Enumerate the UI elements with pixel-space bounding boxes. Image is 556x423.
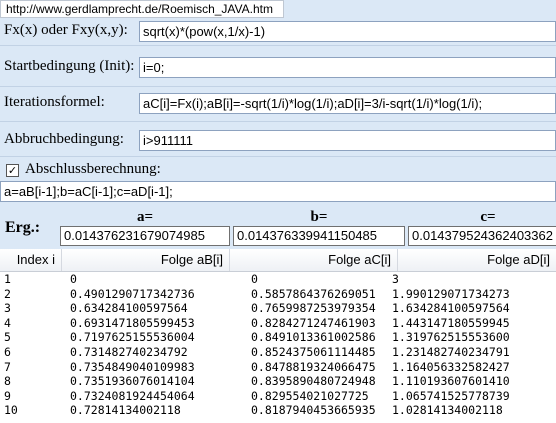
cell-ac: 0.8478819324066475 — [251, 359, 376, 374]
a-label: a= — [136, 209, 154, 225]
cell-ac: 0.8284271247461903 — [251, 315, 376, 330]
table-row: 6 0.731482740234792 0.8524375061114485 1.23… — [0, 345, 556, 360]
table-row: 1 0 0 3 — [0, 272, 556, 287]
cell-index: 8 — [4, 374, 11, 389]
cell-ad: 1.110193607601410 — [392, 374, 510, 389]
cell-index: 5 — [4, 330, 11, 345]
separator — [0, 121, 556, 122]
table-row: 4 0.6931471805599453 0.8284271247461903 1.4… — [0, 316, 556, 331]
iter-input[interactable]: aC[i]=Fx(i);aB[i]=-sqrt(1/i)*log(1/i);aD… — [139, 93, 556, 114]
separator — [0, 86, 556, 87]
c-result-field[interactable]: 0.014379524362403362 — [408, 226, 556, 246]
table-body: 1 0 0 3 2 0.4901290717342736 0.585786437626905… — [0, 272, 556, 418]
cell-ad: 1.990129071734273 — [392, 286, 510, 301]
cell-ad: 1.065741525778739 — [392, 388, 510, 403]
cell-ac: 0.829554021027725 — [251, 388, 369, 403]
cell-index: 7 — [4, 359, 11, 374]
cell-ad: 3 — [392, 272, 399, 286]
result-table: Index i Folge aB[i] Folge aC[i] Folge aD… — [0, 249, 556, 423]
fx-input[interactable]: sqrt(x)*(pow(x,1/x)-1) — [139, 21, 556, 42]
table-row: 10 0.72814134002118 0.8187940453665935 1.02… — [0, 403, 556, 418]
table-row: 2 0.4901290717342736 0.5857864376269051 1.9… — [0, 287, 556, 302]
table-row: 7 0.7354849040109983 0.8478819324066475 1.1… — [0, 360, 556, 375]
cell-ab: 0.731482740234792 — [70, 344, 188, 359]
cell-ab: 0.7354849040109983 — [70, 359, 195, 374]
table-row: 8 0.7351936076014104 0.8395890480724948 1.1… — [0, 374, 556, 389]
a-result-field[interactable]: 0.014376231679074985 — [60, 226, 230, 246]
cell-ad: 1.634284100597564 — [392, 301, 510, 316]
c-label: c= — [480, 209, 496, 225]
cell-index: 3 — [4, 301, 11, 316]
header-ab[interactable]: Folge aB[i] — [62, 249, 230, 271]
cell-ab: 0.6931471805599453 — [70, 315, 195, 330]
cell-ad: 1.443147180559945 — [392, 315, 510, 330]
header-ad[interactable]: Folge aD[i] — [398, 249, 556, 271]
cell-index: 10 — [4, 403, 18, 418]
cell-ac: 0.8395890480724948 — [251, 374, 376, 389]
cell-ac: 0.8187940453665935 — [251, 403, 376, 418]
abschluss-input[interactable]: a=aB[i-1];b=aC[i-1];c=aD[i-1]; — [0, 181, 556, 202]
cell-ab: 0.4901290717342736 — [70, 286, 195, 301]
cell-ad: 1.319762515553600 — [392, 330, 510, 345]
erg-label: Erg.: — [5, 219, 41, 236]
cell-ab: 0.7197625155536004 — [70, 330, 195, 345]
url-bar: http://www.gerdlamprecht.de/Roemisch_JAV… — [0, 0, 284, 18]
header-index[interactable]: Index i — [0, 249, 62, 271]
table-row: 3 0.634284100597564 0.7659987253979354 1.63… — [0, 301, 556, 316]
cell-ab: 0.634284100597564 — [70, 301, 188, 316]
cell-index: 9 — [4, 388, 11, 403]
cell-ad: 1.164056332582427 — [392, 359, 510, 374]
init-label: Startbedingung (Init): — [4, 58, 135, 74]
cell-ac: 0.8491013361002586 — [251, 330, 376, 345]
cell-ad: 1.231482740234791 — [392, 344, 510, 359]
table-row: 5 0.7197625155536004 0.8491013361002586 1.3… — [0, 330, 556, 345]
cell-ab: 0 — [70, 272, 77, 286]
cell-ac: 0.8524375061114485 — [251, 344, 376, 359]
table-header: Index i Folge aB[i] Folge aC[i] Folge aD… — [0, 249, 556, 272]
cell-index: 1 — [4, 272, 11, 286]
abschluss-label: Abschlussberechnung: — [25, 161, 161, 177]
cell-ab: 0.7351936076014104 — [70, 374, 195, 389]
abbruch-label: Abbruchbedingung: — [4, 131, 124, 147]
b-result-field[interactable]: 0.014376339941150485 — [233, 226, 405, 246]
cell-ad: 1.02814134002118 — [392, 403, 503, 418]
cell-index: 6 — [4, 344, 11, 359]
cell-ab: 0.7324081924454064 — [70, 388, 195, 403]
cell-index: 4 — [4, 315, 11, 330]
cell-ac: 0.7659987253979354 — [251, 301, 376, 316]
iter-label: Iterationsformel: — [4, 94, 105, 110]
fx-label: Fx(x) oder Fxy(x,y): — [4, 22, 128, 38]
abbruch-input[interactable]: i>911111 — [139, 130, 556, 151]
init-input[interactable]: i=0; — [139, 57, 556, 78]
abschluss-checkbox[interactable]: ✓ — [6, 164, 19, 177]
cell-index: 2 — [4, 286, 11, 301]
cell-ab: 0.72814134002118 — [70, 403, 181, 418]
cell-ac: 0.5857864376269051 — [251, 286, 376, 301]
separator — [0, 156, 556, 157]
table-row: 9 0.7324081924454064 0.829554021027725 1.06… — [0, 389, 556, 404]
header-ac[interactable]: Folge aC[i] — [230, 249, 398, 271]
b-label: b= — [310, 209, 328, 225]
separator — [0, 45, 556, 46]
cell-ac: 0 — [251, 272, 258, 286]
